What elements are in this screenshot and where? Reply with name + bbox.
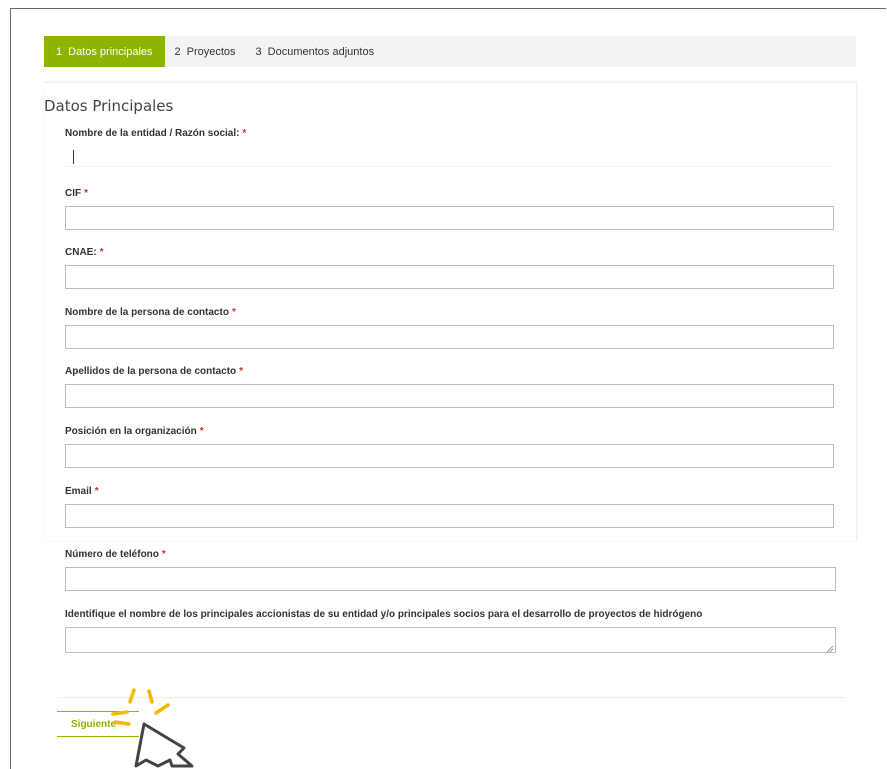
section-title: Datos Principales [44,97,174,115]
tab-number: 2 [174,45,181,58]
cif-label: CIF * [65,188,89,199]
tab-label: Datos principales [68,45,153,58]
cnae-input[interactable] [65,265,834,289]
required-marker: * [199,426,204,437]
text-caret [73,150,74,164]
cnae-label: CNAE: * [65,247,104,258]
tab-label: Proyectos [186,45,236,58]
position-label: Posición en la organización * [65,426,204,437]
entity-name-label: Nombre de la entidad / Razón social: * [65,128,247,139]
tab-number: 1 [56,45,63,58]
required-marker: * [242,128,247,139]
entity-name-input[interactable] [65,145,834,167]
contact-name-label: Nombre de la persona de contacto * [65,307,236,318]
tab-documentos-adjuntos[interactable]: 3 Documentos adjuntos [246,36,385,67]
mouse-cursor-icon [134,722,194,768]
required-marker: * [84,188,89,199]
contact-surname-input[interactable] [65,384,834,408]
tab-datos-principales[interactable]: 1 Datos principales [44,36,165,67]
position-input[interactable] [65,444,834,468]
wizard-tabs: 1 Datos principales 2 Proyectos 3 Docume… [44,36,856,67]
resize-grip-icon[interactable] [826,645,834,653]
shareholders-textarea[interactable] [65,627,836,653]
contact-surname-label: Apellidos de la persona de contacto * [65,366,244,377]
contact-name-input[interactable] [65,325,834,349]
required-marker: * [239,366,244,377]
cif-input[interactable] [65,206,834,230]
phone-label: Número de teléfono * [65,549,166,560]
shareholders-label: Identifique el nombre de los principales… [65,609,703,620]
tab-number: 3 [255,45,262,58]
tab-proyectos[interactable]: 2 Proyectos [165,36,246,67]
required-marker: * [231,307,236,318]
email-input[interactable] [65,504,834,528]
email-label: Email * [65,486,99,497]
required-marker: * [99,247,104,258]
required-marker: * [161,549,166,560]
phone-input[interactable] [65,567,836,591]
tab-label: Documentos adjuntos [267,45,375,58]
required-marker: * [94,486,99,497]
